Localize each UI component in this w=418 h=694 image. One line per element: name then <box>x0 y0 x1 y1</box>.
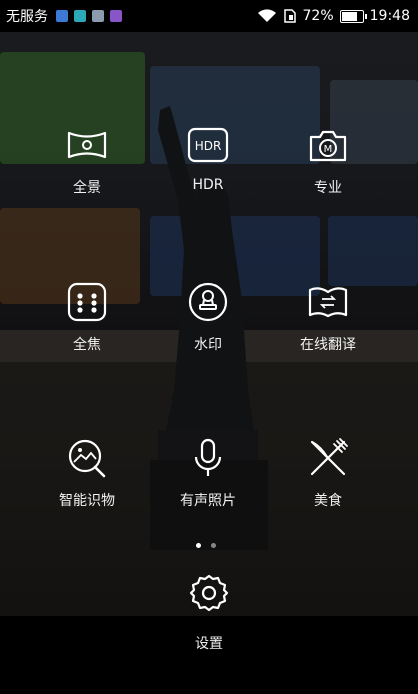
purple-app-icon <box>110 10 122 22</box>
mode-label: 智能识物 <box>59 493 115 509</box>
hdr-icon: HDR <box>186 123 230 167</box>
mode-watermark[interactable]: 水印 <box>148 280 268 354</box>
watermark-icon <box>186 280 230 324</box>
mode-object-recognition[interactable]: 智能识物 <box>27 436 147 510</box>
hdr-icon-text: HDR <box>195 139 222 153</box>
mode-all-focus[interactable]: 全焦 <box>27 280 147 354</box>
mode-label: 全景 <box>73 180 101 196</box>
gear-icon <box>149 573 269 613</box>
battery-percent: 72% <box>302 8 334 24</box>
sim-card-icon <box>283 9 296 23</box>
gallery-icon <box>92 10 104 22</box>
mode-pro[interactable]: M 专业 <box>268 123 388 197</box>
clock: 19:48 <box>369 8 410 24</box>
all-focus-icon <box>65 280 109 324</box>
mode-food[interactable]: 美食 <box>268 436 388 510</box>
blue-app-icon <box>56 10 68 22</box>
battery-icon <box>339 9 367 23</box>
food-icon <box>306 436 350 480</box>
object-recognition-icon <box>65 436 109 480</box>
mode-panorama[interactable]: 全景 <box>27 123 147 197</box>
mode-label: 在线翻译 <box>300 337 356 353</box>
mode-audio-photo[interactable]: 有声照片 <box>148 436 268 510</box>
pro-icon-text: M <box>324 144 333 155</box>
page-indicator <box>196 543 216 548</box>
mode-hdr[interactable]: HDR HDR <box>148 123 268 193</box>
page-dot <box>211 543 216 548</box>
teal-app-icon <box>74 10 86 22</box>
microphone-icon <box>186 436 230 480</box>
mode-label: 全焦 <box>73 337 101 353</box>
wifi-icon <box>257 9 276 22</box>
mode-label: HDR <box>192 177 224 193</box>
mode-label: 专业 <box>314 180 342 196</box>
status-bar: 无服务 72% 19:48 <box>0 0 418 32</box>
mode-label: 水印 <box>194 337 222 353</box>
translate-icon <box>306 280 350 324</box>
mode-label: 有声照片 <box>180 493 236 509</box>
carrier-label: 无服务 <box>6 9 48 25</box>
settings-button[interactable]: 设置 <box>149 573 269 653</box>
mode-translate[interactable]: 在线翻译 <box>268 280 388 354</box>
pro-mode-icon: M <box>306 123 350 167</box>
notification-icons <box>56 10 122 22</box>
settings-label: 设置 <box>195 636 223 652</box>
mode-label: 美食 <box>314 493 342 509</box>
panorama-icon <box>65 123 109 167</box>
page-dot-active <box>196 543 201 548</box>
